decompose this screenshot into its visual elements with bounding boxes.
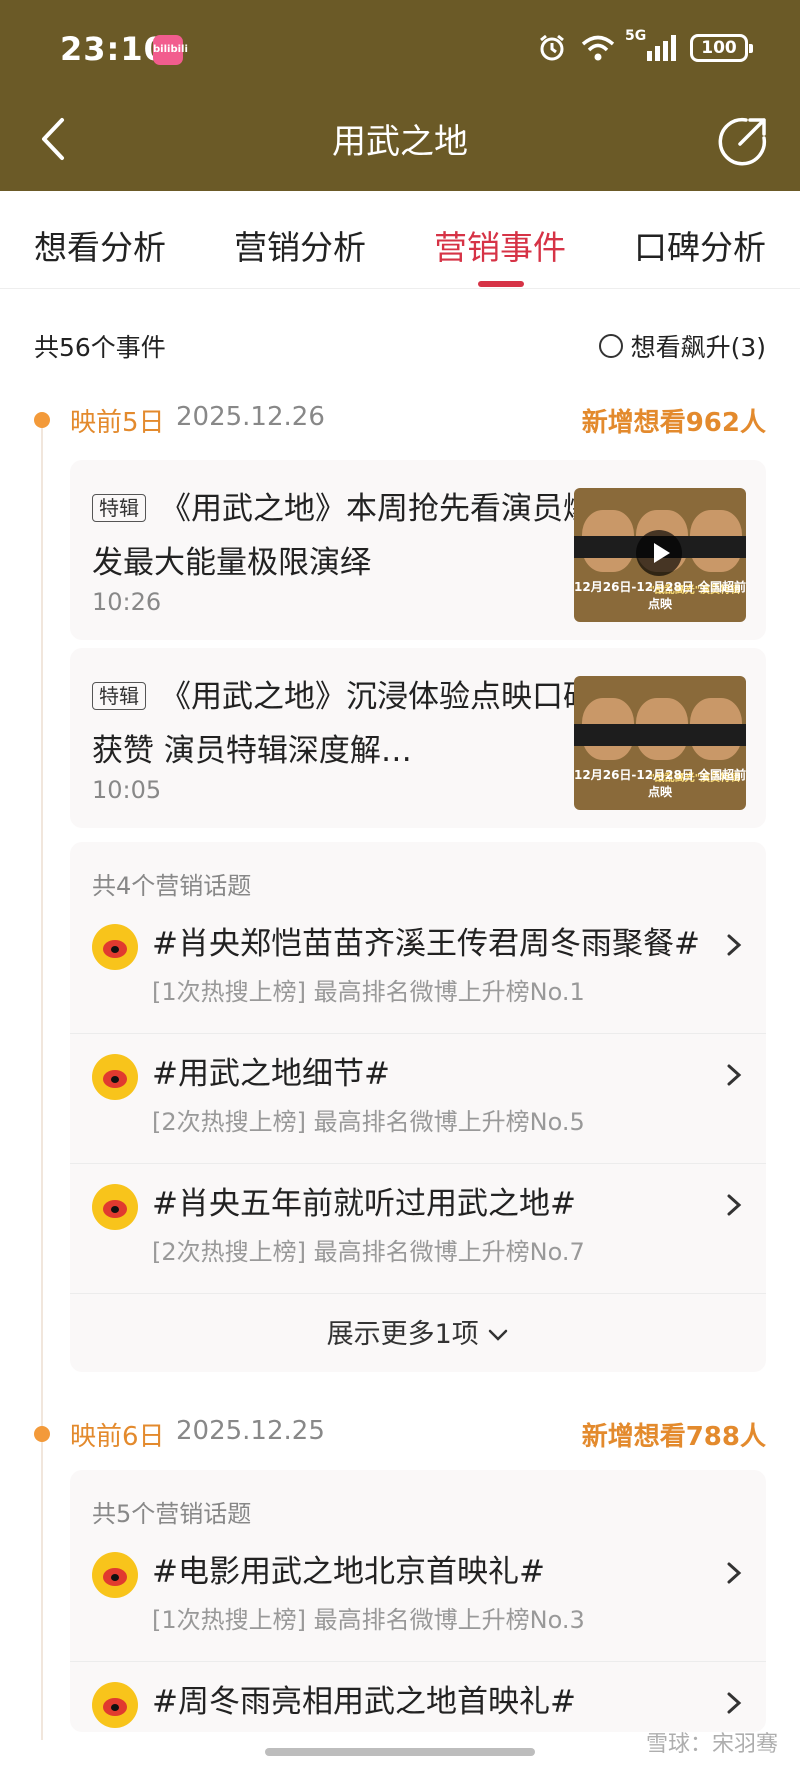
want-growth: 新增想看788人 [581, 1422, 766, 1452]
show-more-button[interactable]: 展示更多1项 [70, 1312, 766, 1351]
cellular-signal-icon: 5G [625, 29, 676, 61]
chevron-down-icon [489, 1329, 508, 1341]
topic-subtitle: [2次热搜上榜] 最高排名微博上升榜No.7 [152, 1238, 585, 1266]
battery-icon: 100 [690, 34, 753, 62]
alarm-icon [540, 34, 564, 61]
chevron-right-icon [727, 1562, 742, 1584]
topic-title: #周冬雨亮相用武之地首映礼# [152, 1684, 576, 1720]
topics-count: 共4个营销话题 [92, 872, 252, 900]
tab-reputation-analysis[interactable]: 口碑分析 [634, 221, 766, 269]
tab-marketing-events[interactable]: 营销事件 [434, 221, 566, 269]
weibo-icon [92, 1682, 138, 1728]
page-title: 用武之地 [332, 122, 468, 162]
event-card[interactable]: 特辑 《用武之地》沉浸体验点映口碑获赞 演员特辑深度解… 10:05 "战乱高光"… [70, 648, 766, 828]
tab-want-analysis[interactable]: 想看分析 [34, 221, 166, 269]
status-icons: 5G 100 [537, 29, 753, 63]
home-indicator[interactable] [265, 1748, 535, 1756]
topic-row[interactable]: #肖央五年前就听过用武之地# [2次热搜上榜] 最高排名微博上升榜No.7 [70, 1164, 766, 1294]
day-date: 2025.12.25 [176, 1416, 325, 1446]
event-time: 10:05 [92, 776, 162, 804]
chevron-right-icon [727, 1194, 742, 1216]
filter-label: 想看飙升(3) [630, 333, 766, 362]
radio-icon[interactable] [598, 334, 623, 358]
tab-bar: 想看分析 营销分析 营销事件 口碑分析 [0, 191, 800, 289]
event-card[interactable]: 特辑 《用武之地》本周抢先看演员爆发最大能量极限演绎 10:26 "战乱高光"演员… [70, 460, 766, 640]
event-title-wrap: 特辑 《用武之地》本周抢先看演员爆发最大能量极限演绎 [92, 482, 612, 590]
share-button[interactable] [716, 114, 770, 168]
topic-title: #用武之地细节# [152, 1056, 390, 1092]
topic-title: #电影用武之地北京首映礼# [152, 1554, 545, 1590]
chevron-right-icon [727, 1692, 742, 1714]
timeline-dot [34, 412, 50, 428]
chevron-right-icon [727, 1064, 742, 1086]
timeline-dot [34, 1426, 50, 1442]
share-icon [718, 117, 767, 166]
event-thumbnail[interactable]: "战乱高光"演员特辑 12月26日-12月28日 全国超前点映 [574, 488, 746, 622]
topic-subtitle: [1次热搜上榜] 最高排名微博上升榜No.1 [152, 978, 585, 1006]
event-tag: 特辑 [92, 682, 146, 710]
topic-subtitle: [2次热搜上榜] 最高排名微博上升榜No.5 [152, 1108, 585, 1136]
want-surge-filter[interactable]: 想看飙升(3) [598, 328, 766, 364]
topics-card: 共5个营销话题 #电影用武之地北京首映礼# [1次热搜上榜] 最高排名微博上升榜… [70, 1470, 766, 1732]
event-title-wrap: 特辑 《用武之地》沉浸体验点映口碑获赞 演员特辑深度解… [92, 670, 612, 778]
topic-subtitle: [1次热搜上榜] 最高排名微博上升榜No.3 [152, 1606, 585, 1634]
topics-count: 共5个营销话题 [92, 1500, 252, 1528]
weibo-icon [92, 1054, 138, 1100]
topic-title: #肖央五年前就听过用武之地# [152, 1186, 576, 1222]
weibo-icon [92, 1184, 138, 1230]
network-type: 5G [625, 28, 647, 44]
topic-row[interactable]: #周冬雨亮相用武之地首映礼# [70, 1662, 766, 1732]
topic-row[interactable]: #电影用武之地北京首映礼# [1次热搜上榜] 最高排名微博上升榜No.3 [70, 1532, 766, 1662]
event-time: 10:26 [92, 588, 162, 616]
topic-title: #肖央郑恺苗苗齐溪王传君周冬雨聚餐# [152, 926, 700, 962]
wifi-icon [581, 35, 615, 61]
watermark: 雪球：宋羽骞 [645, 1732, 778, 1757]
timeline-line [41, 420, 43, 1740]
day-label: 映前5日 [70, 408, 165, 438]
bilibili-app-icon: bilibili [153, 35, 188, 65]
status-bar: 23:10 bilibili 5G 100 [0, 0, 800, 100]
app-header: 23:10 bilibili 5G 100 用武之地 [0, 0, 800, 191]
event-title: 《用武之地》沉浸体验点映口碑获赞 演员特辑深度解… [92, 679, 594, 769]
event-count: 共56个事件 [34, 333, 166, 362]
day-label: 映前6日 [70, 1422, 165, 1452]
poster-blindfold [574, 724, 746, 746]
topic-row[interactable]: #肖央郑恺苗苗齐溪王传君周冬雨聚餐# [1次热搜上榜] 最高排名微博上升榜No.… [70, 904, 766, 1034]
show-more-label: 展示更多1项 [326, 1319, 479, 1350]
weibo-icon [92, 1552, 138, 1598]
event-tag: 特辑 [92, 494, 146, 522]
tab-marketing-analysis[interactable]: 营销分析 [234, 221, 366, 269]
play-icon[interactable] [636, 530, 682, 576]
thumb-caption: 12月26日-12月28日 全国超前点映 [574, 768, 746, 799]
weibo-icon [92, 924, 138, 970]
active-tab-indicator [478, 281, 524, 287]
day-date: 2025.12.26 [176, 402, 325, 432]
status-time: 23:10 [60, 30, 167, 68]
want-growth: 新增想看962人 [581, 408, 766, 438]
chevron-right-icon [727, 934, 742, 956]
event-title: 《用武之地》本周抢先看演员爆发最大能量极限演绎 [92, 491, 594, 581]
topics-card: 共4个营销话题 #肖央郑恺苗苗齐溪王传君周冬雨聚餐# [1次热搜上榜] 最高排名… [70, 842, 766, 1372]
thumb-caption: 12月26日-12月28日 全国超前点映 [574, 580, 746, 611]
event-thumbnail[interactable]: "战乱高光"演员特辑 12月26日-12月28日 全国超前点映 [574, 676, 746, 810]
nav-bar: 用武之地 [0, 100, 800, 191]
topic-row[interactable]: #用武之地细节# [2次热搜上榜] 最高排名微博上升榜No.5 [70, 1034, 766, 1164]
